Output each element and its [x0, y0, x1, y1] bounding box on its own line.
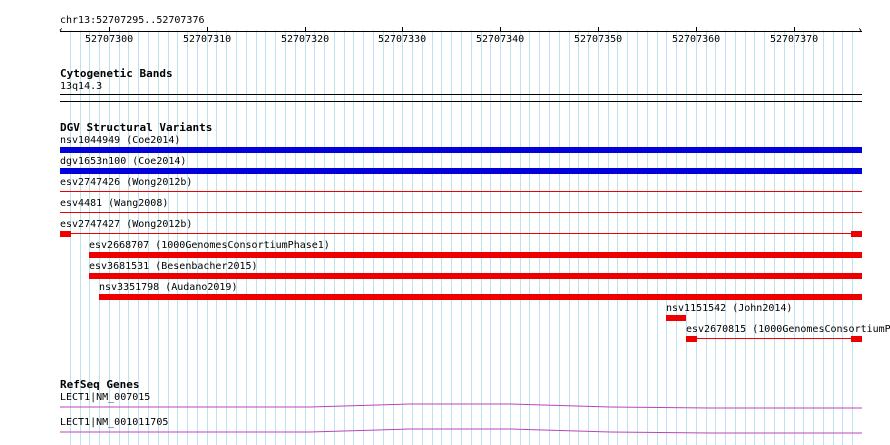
ruler-tick-label: 52707320: [281, 34, 330, 45]
dgv-feature-bar[interactable]: [686, 336, 697, 342]
ruler-tick: [598, 27, 599, 32]
ruler-tick: [794, 27, 795, 32]
ruler-position: chr13:52707295..52707376: [60, 15, 205, 26]
dgv-feature-bar[interactable]: [851, 336, 862, 342]
refseq-gene-bar[interactable]: [0, 401, 890, 413]
ruler-arrow-left-icon: ‹: [58, 25, 65, 36]
dgv-feature-label: esv2747427 (Wong2012b): [60, 219, 193, 230]
ruler-arrow-right-icon: ›: [857, 25, 864, 36]
dgv-feature-label: esv3681531 (Besenbacher2015): [89, 261, 258, 272]
cytoband-bottom-rule: [60, 101, 862, 102]
dgv-feature-label: nsv1151542 (John2014): [666, 303, 793, 314]
dgv-feature-label: nsv1044949 (Coe2014): [60, 135, 181, 146]
ruler-tick: [696, 27, 697, 32]
dgv-feature-bar[interactable]: [60, 168, 862, 174]
refseq-gene-bar[interactable]: [0, 426, 890, 438]
cytoband-label: 13q14.3: [60, 81, 103, 92]
dgv-feature-label: nsv3351798 (Audano2019): [99, 282, 238, 293]
dgv-feature-bar[interactable]: [60, 212, 862, 213]
ruler-tick: [402, 27, 403, 32]
ruler-tick-label: 52707340: [476, 34, 525, 45]
ruler-tick-label: 52707310: [183, 34, 232, 45]
dgv-feature-bar[interactable]: [60, 191, 862, 192]
ruler-tick: [109, 27, 110, 32]
cytoband-track-title: Cytogenetic Bands: [60, 67, 173, 80]
refseq-track-title: RefSeq Genes: [60, 378, 140, 391]
ruler-tick-label: 52707360: [672, 34, 721, 45]
dgv-feature-label: dgv1653n100 (Coe2014): [60, 156, 187, 167]
dgv-feature-bar[interactable]: [99, 294, 862, 300]
dgv-track-title: DGV Structural Variants: [60, 121, 213, 134]
ruler-tick: [305, 27, 306, 32]
dgv-feature-bar[interactable]: [60, 231, 71, 237]
dgv-feature-bar[interactable]: [686, 338, 862, 339]
ruler-tick-label: 52707330: [378, 34, 427, 45]
dgv-feature-bar[interactable]: [60, 233, 862, 234]
ruler-tick-label: 52707350: [574, 34, 623, 45]
ruler-tick-label: 52707370: [770, 34, 819, 45]
ruler-tick: [500, 27, 501, 32]
dgv-feature-bar[interactable]: [666, 315, 686, 321]
dgv-feature-label: esv4481 (Wang2008): [60, 198, 169, 209]
ruler-axis: [60, 31, 862, 32]
dgv-feature-label: esv2668707 (1000GenomesConsortiumPhase1): [89, 240, 330, 251]
ruler-tick: [207, 27, 208, 32]
dgv-feature-label: esv2747426 (Wong2012b): [60, 177, 193, 188]
ruler-tick-label: 52707300: [85, 34, 134, 45]
dgv-feature-bar[interactable]: [89, 252, 862, 258]
dgv-feature-bar[interactable]: [60, 147, 862, 153]
dgv-feature-bar[interactable]: [89, 273, 862, 279]
dgv-feature-bar[interactable]: [851, 231, 862, 237]
dgv-feature-label: esv2670815 (1000GenomesConsortiumPhase1): [686, 324, 890, 335]
cytoband-bar[interactable]: [60, 94, 862, 95]
